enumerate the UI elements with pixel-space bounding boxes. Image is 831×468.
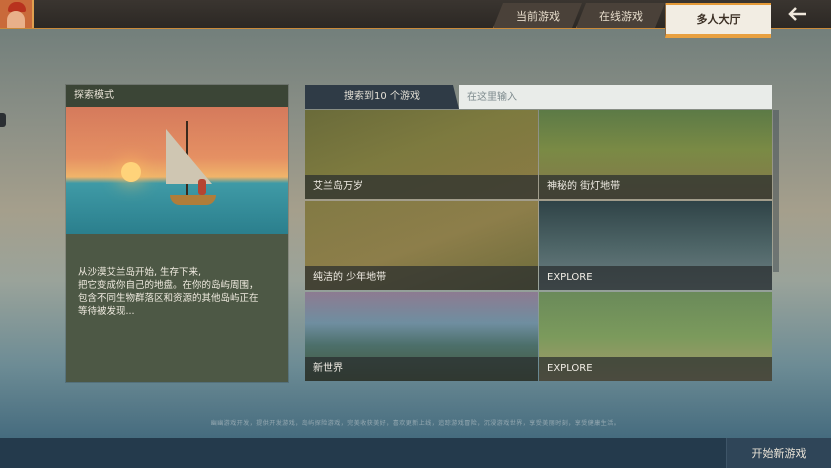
game-name: 新世界 <box>305 357 538 381</box>
game-name: 艾兰岛万岁 <box>305 175 538 199</box>
game-tile[interactable]: EXPLORE <box>539 292 772 381</box>
tab-current-game[interactable]: 当前游戏 <box>493 3 582 28</box>
footer-hint: 幽幽游戏开发，提供开发游戏，岛屿探险游戏，完美收获美好，喜欢更新上线，追踪游戏冒… <box>210 420 621 427</box>
search-row: 搜索到10 个游戏 <box>305 85 772 109</box>
game-tile[interactable]: 艾兰岛万岁 <box>305 110 538 199</box>
game-name: 纯洁的 少年地带 <box>305 266 538 290</box>
tab-multiplayer-lobby[interactable]: 多人大厅 <box>665 3 771 38</box>
game-tile[interactable]: 新世界 <box>305 292 538 381</box>
top-bar: 当前游戏 在线游戏 多人大厅 <box>0 0 831 38</box>
avatar-icon[interactable] <box>0 0 34 28</box>
game-name: 神秘的 街灯地带 <box>539 175 772 199</box>
mode-description: 从沙漠艾兰岛开始, 生存下来, 把它变成你自己的地盘。在你的岛屿周围， 包含不同… <box>78 267 259 317</box>
tab-label: 在线游戏 <box>599 9 643 23</box>
game-grid: 艾兰岛万岁 神秘的 街灯地带 纯洁的 少年地带 EXPLORE 新世界 EXPL… <box>305 110 772 382</box>
tab-online-game[interactable]: 在线游戏 <box>576 3 665 28</box>
mode-panel: 探索模式 从沙漠艾兰岛开始, 生存下来, 把它变成你自己的地盘。在你的岛屿周围，… <box>66 85 288 382</box>
game-tile[interactable]: 纯洁的 少年地带 <box>305 201 538 290</box>
search-result-count: 搜索到10 个游戏 <box>305 85 459 109</box>
tab-label: 多人大厅 <box>696 12 741 26</box>
game-tile[interactable]: 神秘的 街灯地带 <box>539 110 772 199</box>
game-tile[interactable]: EXPLORE <box>539 201 772 290</box>
side-drawer-handle[interactable] <box>0 113 6 127</box>
mode-title: 探索模式 <box>66 85 288 107</box>
game-name: EXPLORE <box>539 266 772 290</box>
game-list-scrollbar[interactable] <box>773 110 779 272</box>
game-browser: 搜索到10 个游戏 艾兰岛万岁 神秘的 街灯地带 纯洁的 少年地带 EXPLOR… <box>305 85 772 382</box>
start-new-game-button[interactable]: 开始新游戏 <box>726 438 831 468</box>
tab-label: 当前游戏 <box>516 9 560 23</box>
game-name: EXPLORE <box>539 357 772 381</box>
bottom-bar: 开始新游戏 <box>0 438 831 468</box>
search-input[interactable] <box>459 85 772 109</box>
mode-preview-image <box>66 107 288 234</box>
main-tabs: 当前游戏 在线游戏 多人大厅 <box>499 3 771 38</box>
back-arrow-icon[interactable] <box>783 4 813 24</box>
